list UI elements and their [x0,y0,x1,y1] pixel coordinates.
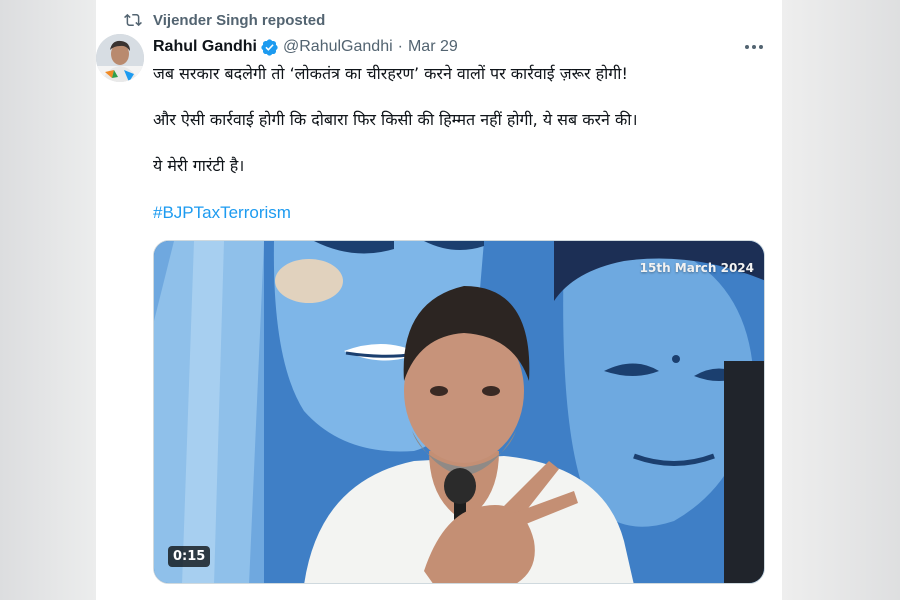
tweet-date[interactable]: Mar 29 [408,38,458,56]
header-separator: · [397,38,403,55]
video-player[interactable]: 15th March 2024 0:15 [153,240,765,584]
background-right [782,0,900,600]
video-date-stamp: 15th March 2024 [639,261,754,275]
repost-icon [124,13,142,27]
hashtag-link[interactable]: #BJPTaxTerrorism [153,203,291,223]
background-left [0,0,96,600]
video-frame [154,241,764,583]
verified-badge-icon[interactable] [260,38,279,57]
tweet-card[interactable]: Vijender Singh reposted Rahul Gandhi @Ra… [96,0,782,600]
tweet-line-1: जब सरकार बदलेगी तो ‘लोकतंत्र का चीरहरण’ … [153,64,628,83]
tweet-line-2: और ऐसी कार्रवाई होगी कि दोबारा फिर किसी … [153,110,638,129]
repost-text: Vijender Singh reposted [153,11,326,29]
more-options-icon[interactable] [742,36,766,58]
author-handle[interactable]: @RahulGandhi [283,38,393,56]
avatar[interactable] [96,34,144,82]
author-name[interactable]: Rahul Gandhi [153,38,257,56]
tweet-header: Rahul Gandhi @RahulGandhi · Mar 29 [153,36,458,58]
video-duration-badge: 0:15 [168,546,211,567]
repost-indicator[interactable]: Vijender Singh reposted [124,10,325,30]
tweet-line-3: ये मेरी गारंटी है। [153,156,245,175]
